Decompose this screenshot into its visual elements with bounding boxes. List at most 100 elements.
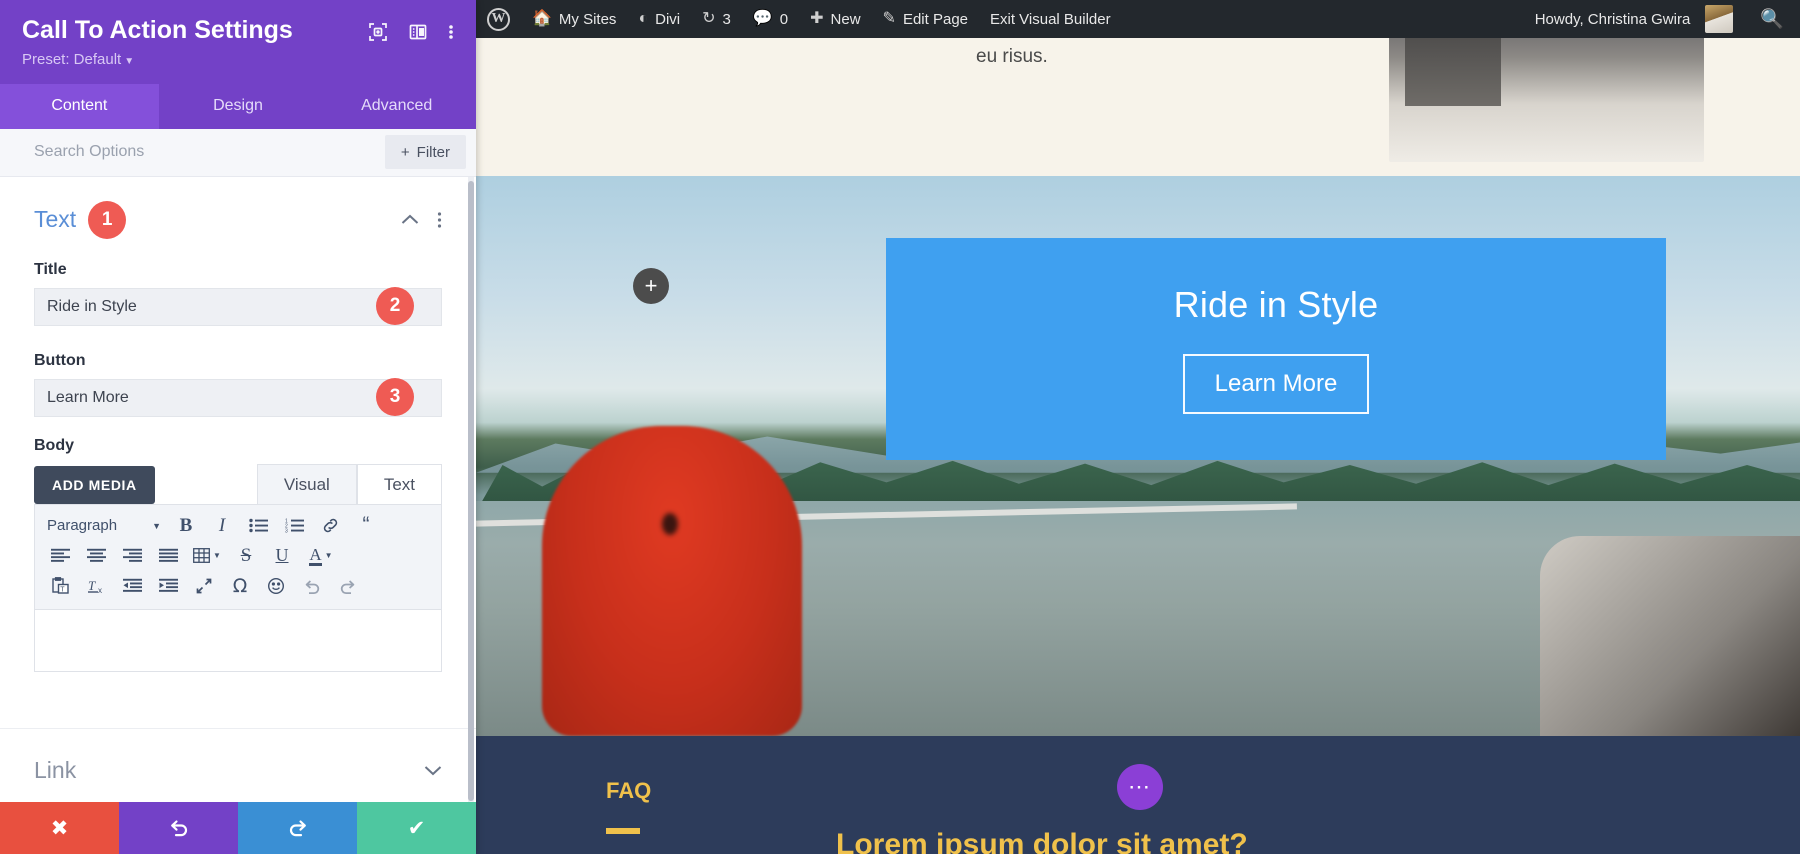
link-icon[interactable]	[313, 511, 347, 541]
italic-icon[interactable]: I	[205, 511, 239, 541]
faq-label: FAQ	[606, 778, 652, 803]
tab-advanced[interactable]: Advanced	[317, 84, 476, 129]
field-body: Body ADD MEDIA Visual Text Paragraph ▼ B…	[0, 437, 476, 672]
align-left-icon[interactable]	[43, 541, 77, 571]
exit-visual-builder-item[interactable]: Exit Visual Builder	[979, 0, 1122, 38]
align-right-icon[interactable]	[115, 541, 149, 571]
comments-count: 0	[779, 10, 789, 28]
ellipsis-icon: ⋯	[1128, 774, 1152, 799]
redo-button[interactable]	[238, 802, 357, 854]
my-sites-item[interactable]: 🏠 My Sites	[521, 0, 627, 38]
indent-icon[interactable]	[151, 571, 185, 601]
cream-paragraph-1: pharetra efficitur elit.	[606, 38, 896, 42]
plus-icon: +	[400, 143, 410, 161]
svg-text:T: T	[88, 578, 96, 593]
undo-button[interactable]	[119, 802, 238, 854]
fullscreen-icon[interactable]	[187, 571, 221, 601]
add-module-button[interactable]: +	[633, 268, 669, 304]
wordpress-logo-item[interactable]: W	[476, 0, 521, 38]
chevron-down-icon: ▼	[324, 551, 333, 561]
field-button: Button Learn More 3	[0, 352, 476, 417]
panel-header-actions	[368, 16, 454, 42]
focus-target-icon[interactable]	[368, 22, 388, 42]
new-label: New	[830, 10, 861, 28]
bold-icon[interactable]: B	[169, 511, 203, 541]
strikethrough-icon[interactable]: S	[229, 541, 263, 571]
format-select[interactable]: Paragraph ▼	[43, 511, 167, 541]
section-header-link[interactable]: Link	[0, 727, 476, 802]
body-editor-area[interactable]	[34, 609, 442, 672]
tab-content[interactable]: Content	[0, 83, 159, 129]
format-select-value: Paragraph	[47, 517, 118, 535]
exit-visual-builder-label: Exit Visual Builder	[990, 10, 1111, 28]
wordpress-logo-icon: W	[487, 7, 510, 31]
field-title: Title Ride in Style 2	[0, 261, 476, 326]
search-input[interactable]	[34, 143, 385, 162]
toolbar-row-1: Paragraph ▼ B I 1 2 3 “	[43, 511, 433, 541]
chevron-up-icon[interactable]	[401, 214, 419, 225]
cancel-button[interactable]: ✖	[0, 802, 119, 854]
svg-text:T: T	[60, 587, 65, 594]
redo-icon[interactable]	[331, 571, 365, 601]
my-sites-label: My Sites	[558, 10, 617, 28]
table-icon[interactable]: ▼	[187, 541, 227, 571]
blockquote-icon[interactable]: “	[349, 511, 383, 541]
clear-formatting-icon[interactable]: T x	[79, 571, 113, 601]
align-center-icon[interactable]	[79, 541, 113, 571]
undo-icon[interactable]	[295, 571, 329, 601]
chevron-down-icon[interactable]	[424, 765, 442, 776]
avatar	[1705, 5, 1734, 33]
new-item[interactable]: ✚ New	[799, 0, 871, 38]
panel-header-row: Call To Action Settings	[22, 16, 454, 45]
faq-section: FAQ ⋯ Lorem ipsum dolor sit amet?	[476, 736, 1800, 854]
add-media-button[interactable]: ADD MEDIA	[34, 465, 155, 504]
outdent-icon[interactable]	[115, 571, 149, 601]
search-icon[interactable]: 🔍	[1744, 7, 1800, 31]
cta-button[interactable]: Learn More	[1182, 354, 1370, 414]
cream-paragraph-2: nulla et justo pellentesque congue nec e…	[976, 46, 1048, 68]
edit-page-item[interactable]: ✎ Edit Page	[872, 0, 979, 38]
section-actions	[401, 211, 442, 229]
layout-columns-icon[interactable]	[408, 22, 428, 42]
panel-tabs: Content Design Advanced	[0, 83, 476, 129]
howdy-item[interactable]: Howdy, Christina Gwira	[1524, 0, 1745, 38]
admin-bar-left: W 🏠 My Sites ◐ Divi ↻ 3 💬 0 ✚ New ✎ Edit…	[476, 0, 1122, 38]
text-color-icon[interactable]: A ▼	[301, 541, 341, 571]
howdy-label: Howdy, Christina Gwira	[1534, 10, 1691, 28]
tab-text[interactable]: Text	[356, 463, 442, 504]
preset-selector[interactable]: Preset: Default ▼	[22, 51, 454, 84]
hero-section: + Ride in Style Learn More	[476, 176, 1800, 736]
comments-item[interactable]: 💬 0	[742, 0, 799, 38]
section-header-text[interactable]: Text 1	[0, 177, 476, 243]
cream-section: pharetra efficitur elit. nulla et justo …	[476, 38, 1800, 176]
chevron-down-icon: ▼	[152, 520, 161, 531]
emoji-icon[interactable]	[259, 571, 293, 601]
tab-design[interactable]: Design	[159, 84, 318, 129]
numbered-list-icon[interactable]: 1 2 3	[277, 511, 311, 541]
special-character-icon[interactable]: Ω	[223, 571, 257, 601]
updates-icon: ↻	[702, 10, 716, 27]
tab-visual[interactable]: Visual	[256, 463, 357, 504]
align-justify-icon[interactable]	[151, 541, 185, 571]
module-options-button[interactable]: ⋯	[1117, 764, 1163, 810]
filter-button[interactable]: + Filter	[384, 135, 466, 170]
search-bar: + Filter	[0, 128, 476, 177]
updates-item[interactable]: ↻ 3	[691, 0, 742, 38]
paste-as-text-icon[interactable]: T	[43, 571, 77, 601]
sites-icon: 🏠	[532, 10, 552, 27]
underline-icon[interactable]: U	[265, 541, 299, 571]
bulleted-list-icon[interactable]	[241, 511, 275, 541]
divi-item[interactable]: ◐ Divi	[627, 0, 691, 38]
admin-bar-right: Howdy, Christina Gwira 🔍	[1524, 0, 1800, 38]
pencil-icon: ✎	[882, 10, 896, 27]
vertical-dots-icon[interactable]	[437, 211, 442, 229]
panel-body: Text 1 Title Ride in Style 2 Button Lear…	[0, 176, 476, 802]
editor-toolbar: Paragraph ▼ B I 1 2 3 “ ▼ S U A ▼ T T x …	[34, 503, 442, 610]
save-button[interactable]: ✔	[357, 802, 476, 854]
close-icon: ✖	[50, 816, 69, 840]
faq-question: Lorem ipsum dolor sit amet?	[836, 828, 1248, 854]
plus-icon: ✚	[810, 10, 824, 27]
panel-header: Call To Action Settings Preset: Default …	[0, 0, 476, 84]
vertical-dots-icon[interactable]	[448, 22, 454, 42]
cta-module[interactable]: Ride in Style Learn More	[886, 238, 1666, 460]
